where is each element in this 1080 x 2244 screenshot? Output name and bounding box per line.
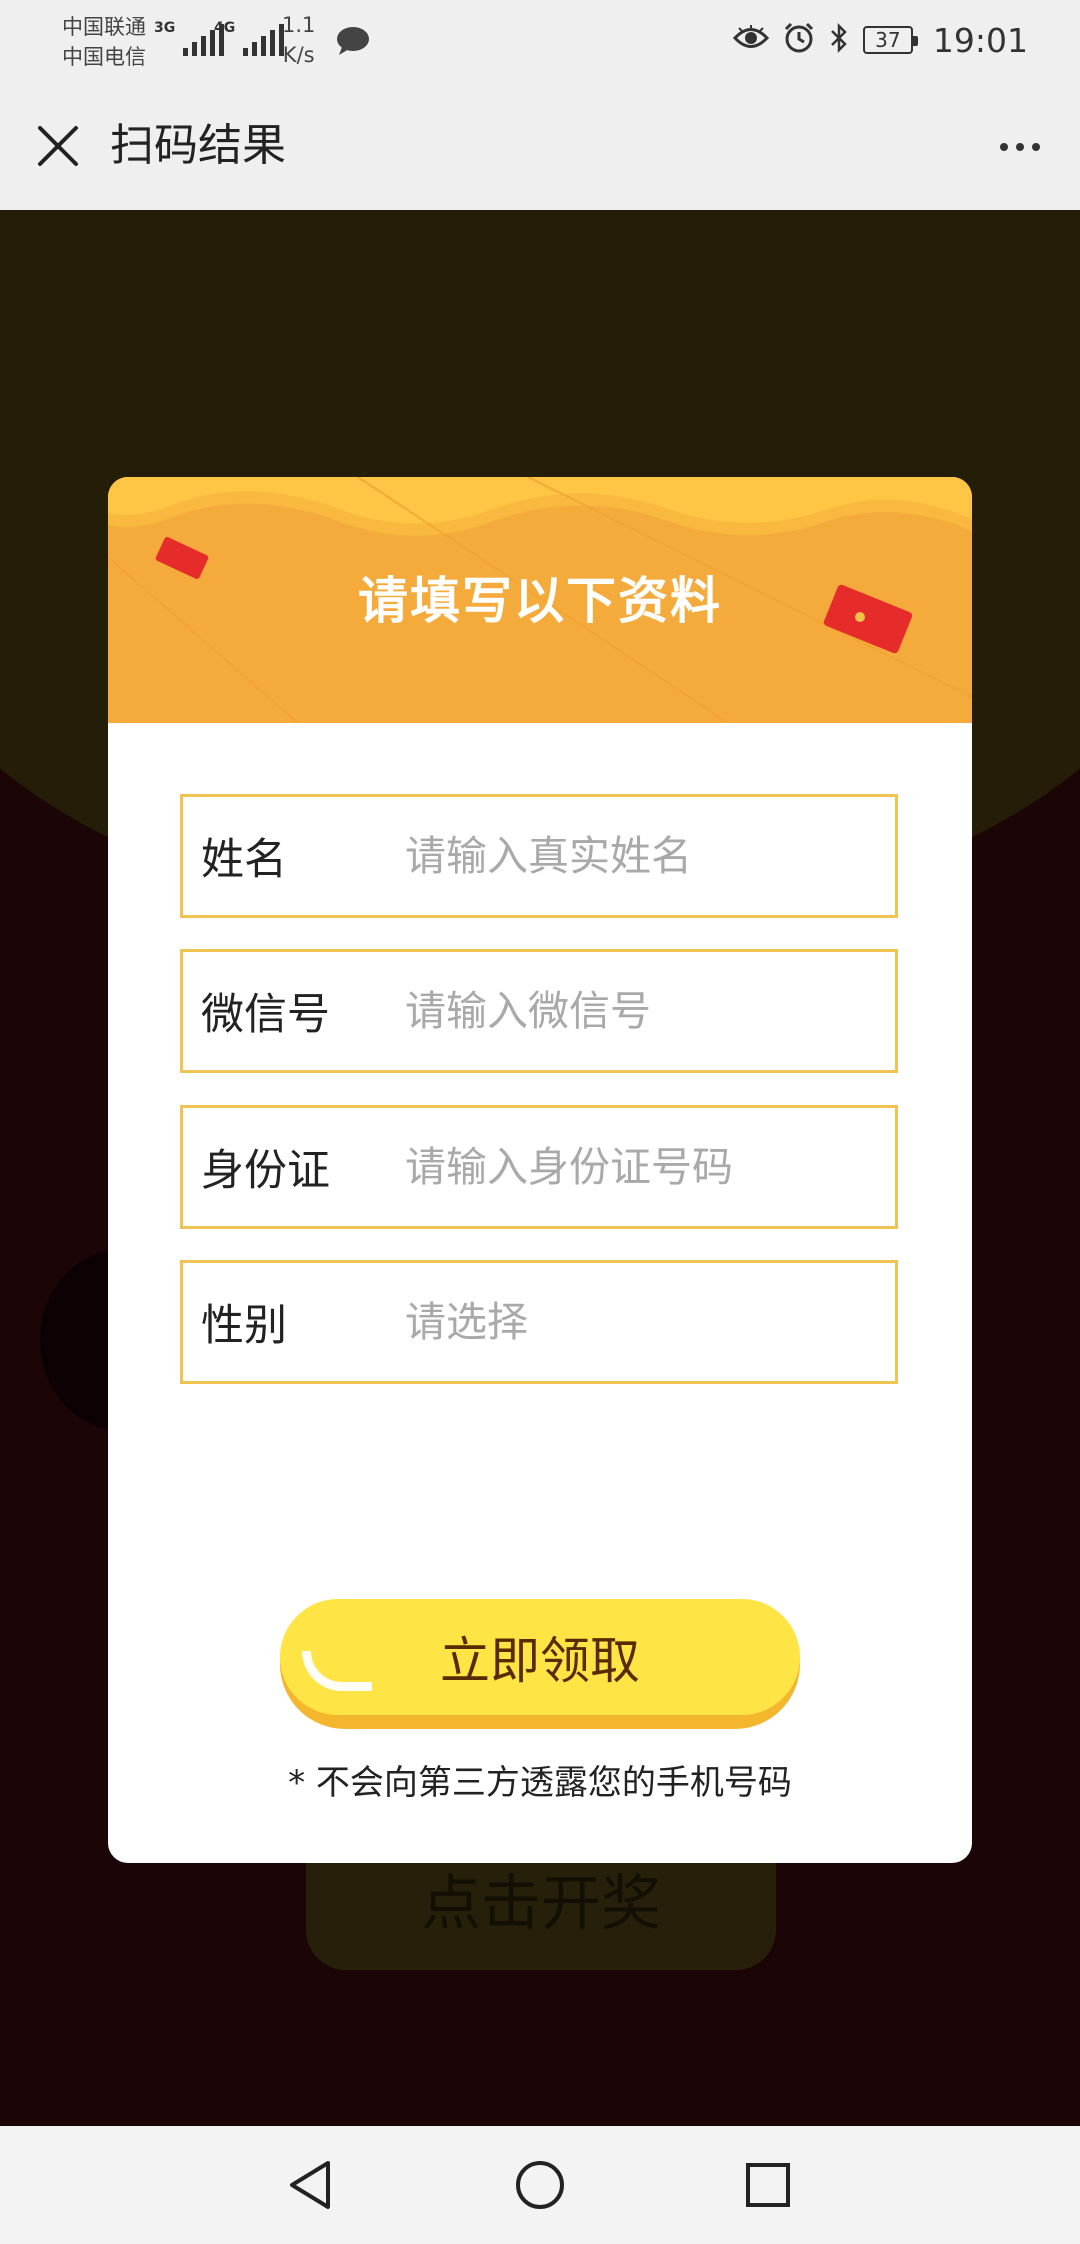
gender-label: 性别 bbox=[201, 1301, 287, 1351]
dot-icon bbox=[1000, 143, 1008, 151]
recents-square-icon bbox=[746, 2163, 790, 2207]
info-form-dialog: 请填写以下资料 姓名 微信号 身份证 性别 立即领取 * 不会向第三方透露您的手… bbox=[108, 477, 972, 1863]
back-triangle-icon bbox=[290, 2161, 330, 2209]
alarm-icon bbox=[783, 22, 815, 58]
name-field[interactable]: 姓名 bbox=[180, 794, 898, 918]
battery-icon: 37 bbox=[862, 26, 918, 54]
chat-bubble-icon bbox=[336, 26, 370, 60]
recents-button[interactable] bbox=[728, 2148, 808, 2222]
id-card-input[interactable] bbox=[405, 1143, 875, 1191]
carrier-2: 中国电信 bbox=[62, 45, 146, 69]
nav-bar: 扫码结果 bbox=[0, 82, 1080, 210]
eye-icon bbox=[732, 25, 769, 55]
claim-button-label: 立即领取 bbox=[440, 1632, 640, 1690]
dot-icon bbox=[1032, 143, 1040, 151]
gender-field[interactable]: 性别 bbox=[180, 1260, 898, 1384]
close-icon bbox=[38, 126, 78, 166]
carrier-names: 中国联通 中国电信 bbox=[62, 12, 146, 72]
system-nav-bar bbox=[0, 2126, 1080, 2244]
button-shine-decoration bbox=[302, 1651, 372, 1691]
clock-time: 19:01 bbox=[932, 20, 1028, 60]
page-title: 扫码结果 bbox=[110, 120, 286, 171]
network-speed: 1.1 K/s bbox=[282, 13, 316, 67]
dialog-title: 请填写以下资料 bbox=[358, 572, 722, 630]
dialog-header: 请填写以下资料 bbox=[108, 477, 972, 723]
claim-button-face: 立即领取 bbox=[280, 1599, 800, 1715]
claim-now-button[interactable]: 立即领取 bbox=[280, 1599, 800, 1729]
privacy-note: * 不会向第三方透露您的手机号码 bbox=[288, 1763, 792, 1803]
id-card-label: 身份证 bbox=[201, 1146, 330, 1196]
name-label: 姓名 bbox=[201, 835, 287, 885]
wechat-input[interactable] bbox=[405, 987, 875, 1035]
back-button[interactable] bbox=[270, 2148, 350, 2222]
name-input[interactable] bbox=[405, 832, 875, 880]
bluetooth-icon bbox=[829, 22, 849, 58]
carrier-1: 中国联通 bbox=[62, 15, 146, 39]
wechat-field[interactable]: 微信号 bbox=[180, 949, 898, 1073]
id-card-field[interactable]: 身份证 bbox=[180, 1105, 898, 1229]
home-circle-icon bbox=[516, 2161, 564, 2209]
signal-2-icon: 4G bbox=[214, 20, 285, 56]
wechat-label: 微信号 bbox=[201, 990, 330, 1040]
status-right: 37 19:01 bbox=[732, 18, 1028, 62]
home-button[interactable] bbox=[500, 2148, 580, 2222]
more-options-button[interactable] bbox=[990, 122, 1050, 172]
close-button[interactable] bbox=[28, 116, 88, 176]
gender-select[interactable] bbox=[405, 1298, 875, 1346]
status-bar: 中国联通 中国电信 3G 4G 1.1 K/s 37 19:01 bbox=[0, 0, 1080, 82]
dot-icon bbox=[1016, 143, 1024, 151]
